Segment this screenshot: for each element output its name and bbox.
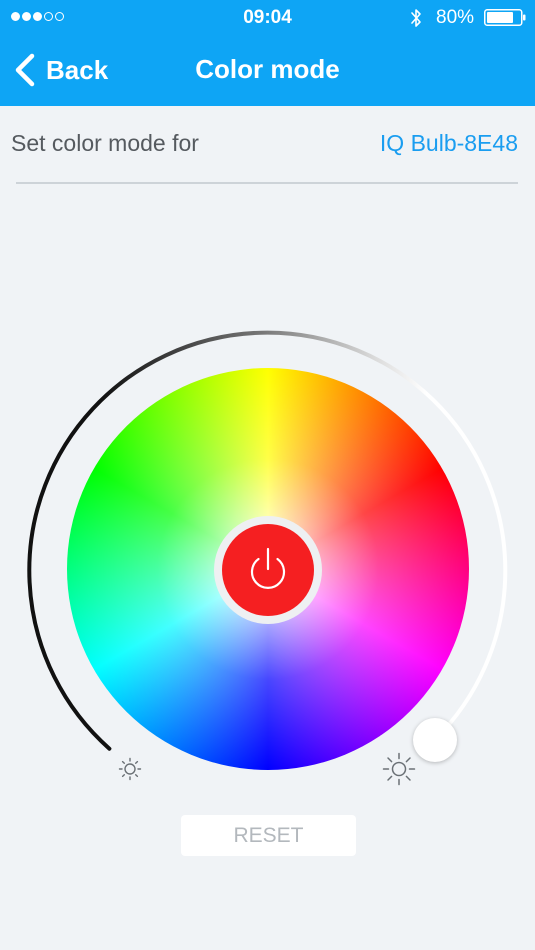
bluetooth-icon xyxy=(411,9,421,27)
color-mode-target-row: Set color mode for IQ Bulb-8E48 xyxy=(0,108,535,182)
page-title: Color mode xyxy=(195,54,340,84)
navigation-bar: Back Color mode xyxy=(0,40,535,102)
status-bar: 09:04 80% xyxy=(0,0,535,36)
device-name-link[interactable]: IQ Bulb-8E48 xyxy=(380,130,518,157)
battery-icon xyxy=(484,9,526,26)
sun-low-icon xyxy=(118,757,142,781)
power-icon xyxy=(250,547,286,589)
power-button[interactable] xyxy=(222,524,314,616)
setting-label: Set color mode for xyxy=(11,130,199,156)
sun-high-icon xyxy=(382,752,416,786)
divider xyxy=(16,182,518,184)
reset-button[interactable]: RESET xyxy=(181,815,356,856)
brightness-slider-handle[interactable] xyxy=(413,718,457,762)
header: 09:04 80% Back Color mode xyxy=(0,0,535,106)
battery-percent: 80% xyxy=(436,7,475,28)
